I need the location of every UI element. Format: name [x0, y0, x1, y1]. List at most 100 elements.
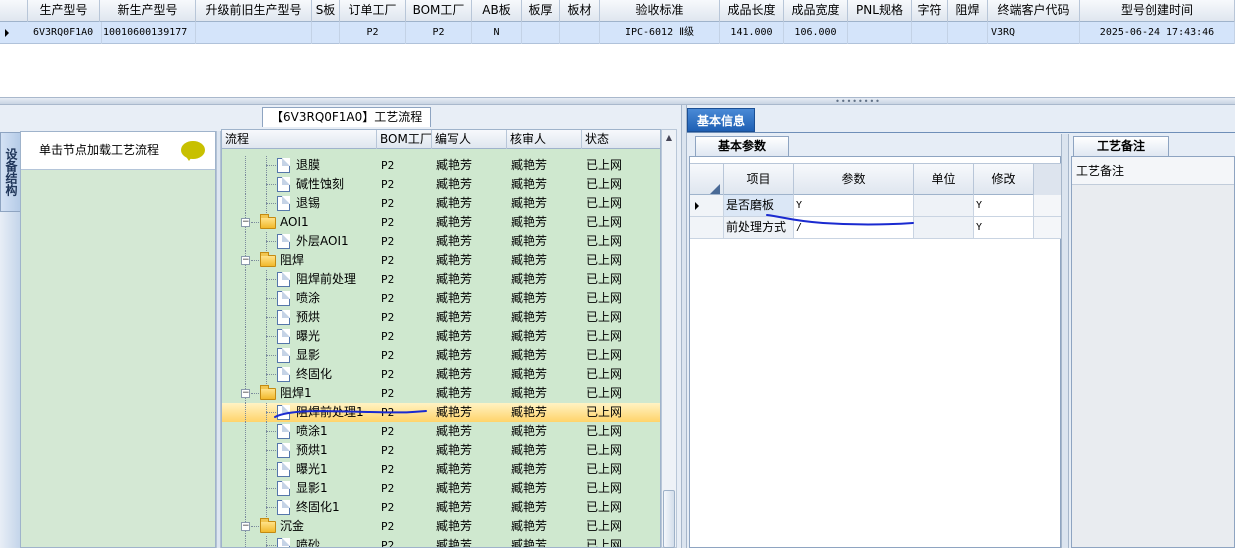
tree-node-name[interactable]: 阻焊前处理	[222, 270, 377, 289]
collapse-icon[interactable]: −	[241, 256, 250, 265]
right-vertical-splitter[interactable]	[1061, 134, 1069, 548]
column-header-9[interactable]: 板材	[560, 0, 600, 22]
tab-process-flow[interactable]: 【6V3RQ0F1A0】工艺流程	[262, 107, 432, 127]
column-header-14[interactable]: 字符	[912, 0, 948, 22]
tree-group-row[interactable]: − AOI1 P2 臧艳芳 臧艳芳 已上网	[222, 213, 660, 232]
column-header-6[interactable]: BOM工厂	[406, 0, 472, 22]
tree-step-row[interactable]: 退膜 P2 臧艳芳 臧艳芳 已上网	[222, 156, 660, 175]
tree-node-name[interactable]: 退膜	[222, 156, 377, 175]
cell-8[interactable]	[560, 22, 600, 44]
tree-column-header-0[interactable]: 流程	[222, 130, 377, 149]
tree-step-row[interactable]: 阻焊前处理 P2 臧艳芳 臧艳芳 已上网	[222, 270, 660, 289]
model-grid-row[interactable]: 6V3RQ0F1A0 10010600139177 P2 P2 N IPC-6012 Ⅱ级…	[0, 22, 1235, 44]
params-value[interactable]: /	[794, 217, 914, 238]
tree-node-name[interactable]: − 阻焊1	[222, 384, 377, 403]
cell-7[interactable]	[522, 22, 560, 44]
column-header-12[interactable]: 成品宽度	[784, 0, 848, 22]
params-column-header-2[interactable]: 单位	[914, 164, 974, 195]
cell-2[interactable]	[196, 22, 312, 44]
tree-step-row[interactable]: 终固化1 P2 臧艳芳 臧艳芳 已上网	[222, 498, 660, 517]
cell-6[interactable]: N	[472, 22, 522, 44]
tree-step-row[interactable]: 喷涂1 P2 臧艳芳 臧艳芳 已上网	[222, 422, 660, 441]
column-header-11[interactable]: 成品长度	[720, 0, 784, 22]
cell-4[interactable]: P2	[340, 22, 406, 44]
tree-step-row[interactable]: 喷砂 P2 臧艳芳 臧艳芳 已上网	[222, 536, 660, 547]
cell-16[interactable]: 2025-06-24 17:43:46	[1080, 22, 1235, 44]
tree-node-name[interactable]: − 阻焊	[222, 251, 377, 270]
tree-node-name[interactable]: 显影1	[222, 479, 377, 498]
tab-basic-params[interactable]: 基本参数	[695, 136, 789, 156]
tab-basic-info[interactable]: 基本信息	[687, 108, 755, 132]
params-column-header-1[interactable]: 参数	[794, 164, 914, 195]
column-header-5[interactable]: 订单工厂	[340, 0, 406, 22]
tree-vertical-scrollbar[interactable]: ▲	[661, 129, 677, 548]
tree-column-header-2[interactable]: 编写人	[432, 130, 507, 149]
tree-group-row[interactable]: − 阻焊 P2 臧艳芳 臧艳芳 已上网	[222, 251, 660, 270]
tree-step-row[interactable]: 阻焊前处理1 P2 臧艳芳 臧艳芳 已上网	[222, 403, 660, 422]
cell-11[interactable]: 106.000	[784, 22, 848, 44]
remark-area[interactable]: 工艺备注	[1071, 156, 1235, 548]
tree-node-name[interactable]: 曝光1	[222, 460, 377, 479]
tree-node-name[interactable]: 外层AOI1	[222, 232, 377, 251]
tree-step-row[interactable]: 退锡 P2 臧艳芳 臧艳芳 已上网	[222, 194, 660, 213]
tree-column-header-4[interactable]: 状态	[582, 130, 660, 149]
tree-step-row[interactable]: 预烘 P2 臧艳芳 臧艳芳 已上网	[222, 308, 660, 327]
params-column-header-3[interactable]: 修改	[974, 164, 1034, 195]
params-column-header-0[interactable]: 项目	[724, 164, 794, 195]
cell-3[interactable]	[312, 22, 340, 44]
cell-0[interactable]: 6V3RQ0F1A0	[30, 22, 102, 44]
tree-node-name[interactable]: 显影	[222, 346, 377, 365]
tree-node-name[interactable]: − 沉金	[222, 517, 377, 536]
tree-node-name[interactable]: 阻焊前处理1	[222, 403, 377, 422]
tree-step-row[interactable]: 曝光 P2 臧艳芳 臧艳芳 已上网	[222, 327, 660, 346]
tree-node-name[interactable]: 曝光	[222, 327, 377, 346]
tab-process-remark[interactable]: 工艺备注	[1073, 136, 1169, 156]
column-header-15[interactable]: 阻焊	[948, 0, 988, 22]
cell-12[interactable]	[848, 22, 912, 44]
column-header-1[interactable]: 生产型号	[28, 0, 100, 22]
column-header-3[interactable]: 升级前旧生产型号	[196, 0, 312, 22]
tree-step-row[interactable]: 喷涂 P2 臧艳芳 臧艳芳 已上网	[222, 289, 660, 308]
cell-1[interactable]: 10010600139177	[100, 22, 196, 44]
tab-equipment-structure[interactable]: 设备结构	[0, 132, 20, 212]
column-header-16[interactable]: 终端客户代码	[988, 0, 1080, 22]
column-header-7[interactable]: AB板	[472, 0, 522, 22]
tree-node-name[interactable]: 退锡	[222, 194, 377, 213]
tree-step-row[interactable]: 显影1 P2 臧艳芳 臧艳芳 已上网	[222, 479, 660, 498]
cell-15[interactable]: V3RQ	[988, 22, 1080, 44]
tree-group-row[interactable]: − 沉金 P2 臧艳芳 臧艳芳 已上网	[222, 517, 660, 536]
params-row[interactable]: 前处理方式 / Y	[690, 217, 1062, 239]
column-header-4[interactable]: S板	[312, 0, 340, 22]
tree-step-row[interactable]: 碱性蚀刻 P2 臧艳芳 臧艳芳 已上网	[222, 175, 660, 194]
params-value[interactable]: Y	[794, 195, 914, 216]
tree-node-name[interactable]: 预烘1	[222, 441, 377, 460]
cell-9[interactable]: IPC-6012 Ⅱ级	[600, 22, 720, 44]
column-header-8[interactable]: 板厚	[522, 0, 560, 22]
scroll-thumb[interactable]	[663, 490, 675, 548]
tree-column-header-3[interactable]: 核审人	[507, 130, 582, 149]
cell-5[interactable]: P2	[406, 22, 472, 44]
tree-node-name[interactable]: 终固化1	[222, 498, 377, 517]
column-header-2[interactable]: 新生产型号	[100, 0, 196, 22]
collapse-icon[interactable]: −	[241, 522, 250, 531]
tree-column-header-1[interactable]: BOM工厂	[377, 130, 432, 149]
tree-node-name[interactable]: 喷涂	[222, 289, 377, 308]
params-row[interactable]: 是否磨板 Y Y	[690, 195, 1062, 217]
column-header-17[interactable]: 型号创建时间	[1080, 0, 1235, 22]
tree-node-name[interactable]: 预烘	[222, 308, 377, 327]
tree-group-row[interactable]: − 阻焊1 P2 臧艳芳 臧艳芳 已上网	[222, 384, 660, 403]
scroll-up-icon[interactable]: ▲	[662, 130, 676, 146]
tree-step-row[interactable]: 预烘1 P2 臧艳芳 臧艳芳 已上网	[222, 441, 660, 460]
tree-node-name[interactable]: 终固化	[222, 365, 377, 384]
tree-node-name[interactable]: 碱性蚀刻	[222, 175, 377, 194]
tree-node-name[interactable]: − AOI1	[222, 213, 377, 232]
tree-step-row[interactable]: 终固化 P2 臧艳芳 臧艳芳 已上网	[222, 365, 660, 384]
cell-13[interactable]	[912, 22, 948, 44]
cell-14[interactable]	[948, 22, 988, 44]
collapse-icon[interactable]: −	[241, 389, 250, 398]
column-header-10[interactable]: 验收标准	[600, 0, 720, 22]
tree-node-name[interactable]: 喷涂1	[222, 422, 377, 441]
cell-10[interactable]: 141.000	[720, 22, 784, 44]
tree-step-row[interactable]: 显影 P2 臧艳芳 臧艳芳 已上网	[222, 346, 660, 365]
collapse-icon[interactable]: −	[241, 218, 250, 227]
